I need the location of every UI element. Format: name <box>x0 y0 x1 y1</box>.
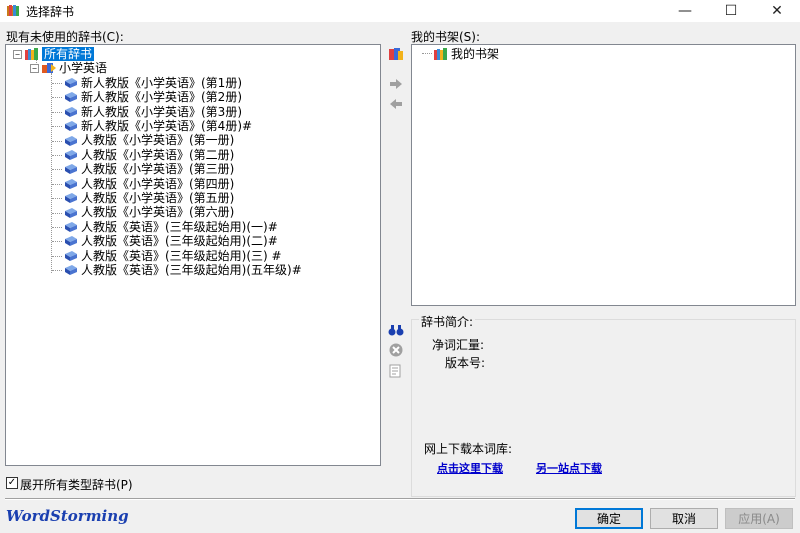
tree-book-label: 人教版《小学英语》(第二册) <box>81 147 235 162</box>
move-right-icon[interactable] <box>388 76 404 92</box>
books-stack-icon <box>434 48 447 60</box>
available-dictionaries-label: 现有未使用的辞书(C): <box>6 30 124 44</box>
blue-book-icon <box>65 250 77 261</box>
dictionary-info-panel: 辞书简介: 净词汇量: 版本号: 网上下载本词库: 点击这里下载 另一站点下载 <box>411 313 796 497</box>
close-button[interactable]: ✕ <box>754 0 800 22</box>
minimize-button[interactable]: — <box>662 0 708 22</box>
move-left-icon[interactable] <box>388 96 404 112</box>
available-dictionaries-tree[interactable]: − 所有辞书 − 小学英语 新人教版《小学英语》(第1册) 新人教版《小学英语》(… <box>5 44 381 466</box>
tree-book-row[interactable]: 人教版《小学英语》(第六册) <box>52 205 235 220</box>
brand-logo: WordStorming <box>6 507 129 525</box>
tree-book-label: 人教版《英语》(三年级起始用)(二)# <box>81 234 278 249</box>
remove-icon[interactable] <box>388 342 404 358</box>
tree-book-label: 人教版《小学英语》(第五册) <box>81 190 235 205</box>
blue-book-icon <box>65 150 77 160</box>
maximize-button[interactable]: ☐ <box>708 0 754 22</box>
tree-book-row[interactable]: 人教版《英语》(三年级起始用)(一)# <box>52 220 278 234</box>
blue-book-icon <box>65 164 77 175</box>
info-title: 辞书简介: <box>419 313 476 330</box>
blue-book-icon <box>65 222 77 232</box>
tree-book-label: 新人教版《小学英语》(第4册)# <box>81 118 253 133</box>
blue-book-icon <box>65 265 77 276</box>
blue-book-icon <box>65 121 77 132</box>
add-book-icon[interactable] <box>388 46 404 62</box>
mirror-download-link[interactable]: 另一站点下载 <box>536 460 602 476</box>
blue-book-icon <box>65 207 77 218</box>
shelf-root-row[interactable]: 我的书架 <box>434 47 499 61</box>
tree-book-label: 新人教版《小学英语》(第3册) <box>81 104 242 119</box>
tree-book-row[interactable]: 新人教版《小学英语》(第3册) <box>52 105 242 119</box>
cancel-button[interactable]: 取消 <box>650 508 718 529</box>
tree-book-label: 人教版《小学英语》(第三册) <box>81 162 235 177</box>
tree-root-label: 所有辞书 <box>42 46 95 62</box>
download-label: 网上下载本词库: <box>424 442 513 456</box>
tree-book-row[interactable]: 人教版《小学英语》(第四册) <box>52 177 234 191</box>
tree-book-row[interactable]: 新人教版《小学英语》(第2册) <box>52 90 242 104</box>
blue-book-icon <box>65 92 77 103</box>
tree-book-label: 人教版《英语》(三年级起始用)(三) # <box>81 248 282 263</box>
tree-book-row[interactable]: 人教版《小学英语》(第一册) <box>52 133 235 148</box>
blue-book-icon <box>65 193 77 204</box>
download-link[interactable]: 点击这里下载 <box>437 460 503 476</box>
tree-book-row[interactable]: 人教版《小学英语》(第五册) <box>52 191 234 205</box>
blue-book-icon <box>65 106 77 117</box>
tree-book-label: 人教版《英语》(三年级起始用)(一)# <box>81 219 278 234</box>
blue-book-icon <box>65 178 77 189</box>
my-bookshelf-tree[interactable]: 我的书架 <box>411 44 796 306</box>
collapse-icon[interactable]: − <box>13 49 22 59</box>
footer-separator <box>5 498 795 500</box>
blue-book-icon <box>65 236 77 247</box>
apply-button[interactable]: 应用(A) <box>725 508 793 529</box>
tree-book-row[interactable]: 人教版《小学英语》(第二册) <box>52 148 234 162</box>
tree-book-row[interactable]: 新人教版《小学英语》(第1册) <box>52 76 242 90</box>
shelf-root-label: 我的书架 <box>451 46 500 61</box>
my-bookshelf-label: 我的书架(S): <box>411 30 481 44</box>
blue-book-icon <box>65 78 77 88</box>
category-icon <box>42 63 56 73</box>
tree-root-row[interactable]: − 所有辞书 <box>13 46 95 62</box>
tree-book-row[interactable]: 人教版《小学英语》(第三册) <box>52 162 234 176</box>
version-label: 版本号: <box>445 356 486 370</box>
blue-book-icon <box>65 135 77 146</box>
dictionary-app-icon <box>7 5 19 16</box>
tree-book-label: 人教版《小学英语》(第六册) <box>81 205 235 220</box>
tree-category-label: 小学英语 <box>59 60 108 75</box>
tree-category-row[interactable]: − 小学英语 <box>30 61 107 75</box>
tree-book-label: 人教版《小学英语》(第一册) <box>81 133 235 148</box>
tree-book-row[interactable]: 人教版《英语》(三年级起始用)(二)# <box>52 234 278 248</box>
books-stack-icon <box>25 48 38 60</box>
tree-book-row[interactable]: 新人教版《小学英语》(第4册)# <box>52 119 252 133</box>
properties-icon[interactable] <box>388 363 404 379</box>
tree-book-row[interactable]: 人教版《英语》(三年级起始用)(三) # <box>52 249 282 263</box>
tree-book-label: 人教版《英语》(三年级起始用)(五年级)# <box>81 262 302 277</box>
word-count-label: 净词汇量: <box>432 338 485 352</box>
tree-book-label: 新人教版《小学英语》(第2册) <box>81 90 242 105</box>
tree-book-row[interactable]: 人教版《英语》(三年级起始用)(五年级)# <box>52 263 302 277</box>
find-icon[interactable] <box>388 322 404 338</box>
collapse-icon[interactable]: − <box>30 63 39 73</box>
expand-all-label: 展开所有类型辞书(P) <box>20 478 133 492</box>
window-title: 选择辞书 <box>26 4 75 19</box>
title-bar: 选择辞书 — ☐ ✕ <box>0 0 800 22</box>
ok-button[interactable]: 确定 <box>575 508 643 529</box>
tree-book-label: 人教版《小学英语》(第四册) <box>81 176 235 191</box>
tree-book-label: 新人教版《小学英语》(第1册) <box>81 75 242 90</box>
expand-all-checkbox[interactable]: ✓ <box>6 477 18 489</box>
